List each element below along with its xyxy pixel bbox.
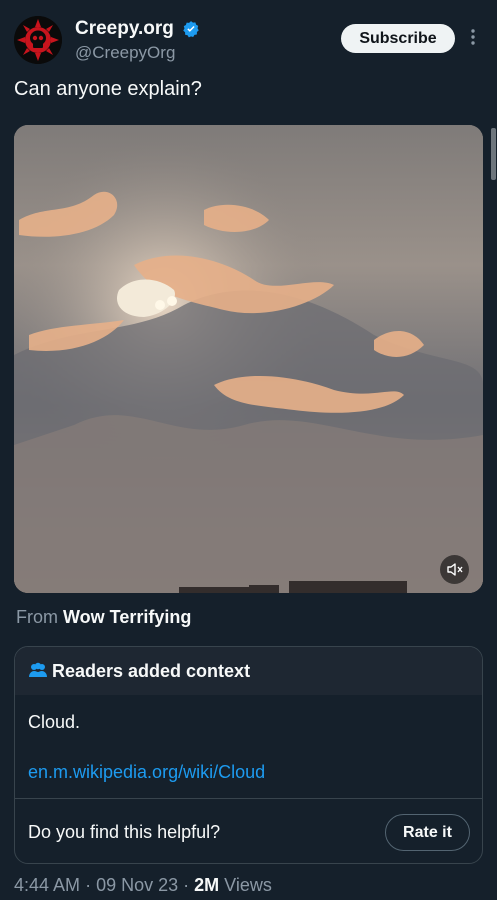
rate-it-button[interactable]: Rate it — [385, 814, 470, 851]
readers-context-card: Readers added context Cloud. en.m.wikipe… — [14, 646, 483, 864]
context-title: Readers added context — [52, 661, 251, 681]
display-name[interactable]: Creepy.org — [75, 18, 174, 40]
tweet-meta: 4:44 AM · 09 Nov 23 · 2M Views — [14, 875, 272, 896]
tweet-header: Creepy.org @CreepyOrg Subscribe — [14, 16, 484, 68]
context-body: Cloud. — [28, 712, 81, 732]
skull-logo-icon — [14, 16, 62, 64]
context-header: Readers added context — [15, 647, 482, 695]
meta-separator: · — [183, 875, 195, 895]
handle[interactable]: @CreepyOrg — [75, 43, 200, 63]
tweet-text: Can anyone explain? — [14, 78, 202, 100]
tweet-page: Creepy.org @CreepyOrg Subscribe Can anyo… — [0, 0, 497, 900]
tweet-date[interactable]: 09 Nov 23 — [96, 875, 178, 895]
tweet-time[interactable]: 4:44 AM — [14, 875, 80, 895]
source-name-link[interactable]: Wow Terrifying — [63, 607, 191, 627]
views-count: 2M — [194, 875, 220, 895]
subscribe-button[interactable]: Subscribe — [341, 24, 455, 53]
scrollbar-thumb[interactable] — [491, 128, 496, 180]
views-label: Views — [224, 875, 272, 895]
avatar[interactable] — [14, 16, 62, 64]
more-vertical-icon[interactable] — [466, 27, 480, 49]
verified-badge-icon — [183, 21, 200, 38]
tweet-video[interactable] — [14, 125, 483, 593]
source-attribution: From Wow Terrifying — [16, 607, 191, 628]
meta-separator: · — [85, 875, 97, 895]
cloud-photo — [14, 125, 483, 593]
source-prefix: From — [16, 607, 58, 627]
author-block: Creepy.org @CreepyOrg — [75, 18, 200, 63]
scrollbar[interactable] — [489, 60, 497, 900]
people-icon — [29, 662, 47, 677]
mute-icon[interactable] — [440, 555, 469, 584]
context-link[interactable]: en.m.wikipedia.org/wiki/Cloud — [28, 762, 265, 783]
helpful-prompt: Do you find this helpful? — [28, 822, 221, 842]
divider — [15, 798, 482, 799]
